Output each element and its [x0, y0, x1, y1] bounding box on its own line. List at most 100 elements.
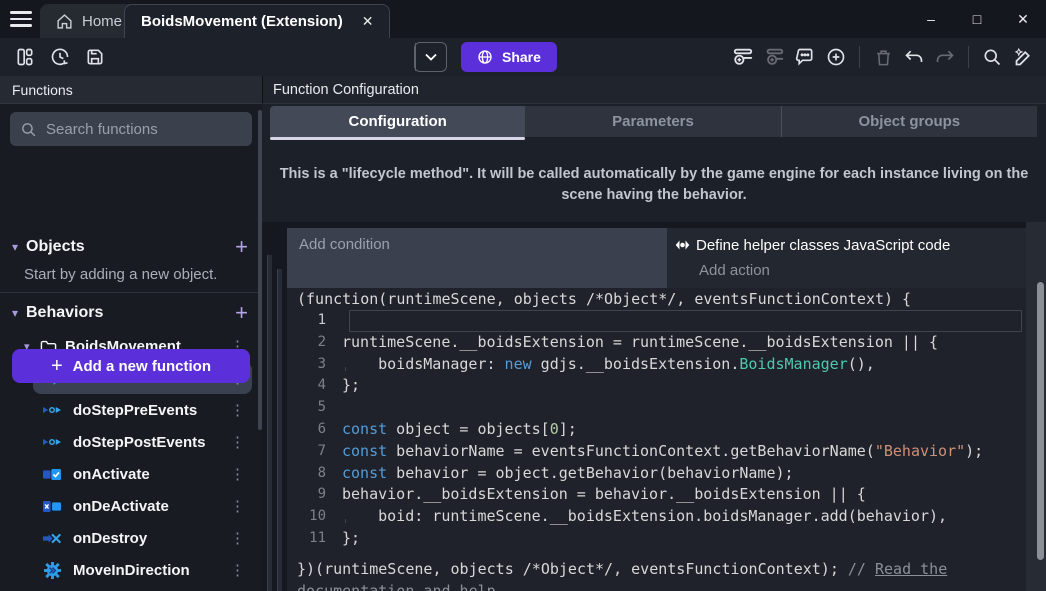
code-text: }; [342, 528, 1026, 550]
add-function-button[interactable]: + Add a new function [12, 349, 250, 383]
line-number: 8 [287, 463, 342, 485]
share-label: Share [502, 49, 541, 65]
code-text: boid: runtimeScene.__boidsExtension.boid… [342, 506, 1026, 528]
code-line[interactable]: 4}; [287, 375, 1026, 397]
line-number: 11 [287, 528, 342, 550]
preview-dropdown-icon[interactable] [416, 53, 446, 61]
code-line[interactable]: 9behavior.__boidsExtension = behavior.__… [287, 484, 1026, 506]
redo-icon[interactable] [932, 44, 958, 70]
line-number: 10 [287, 506, 342, 528]
kebab-menu-icon[interactable]: ⋮ [230, 497, 242, 515]
code-lines[interactable]: 12runtimeScene.__boidsExtension = runtim… [287, 310, 1026, 550]
function-list: onCreated⋮doStepPreEvents⋮doStepPostEven… [0, 362, 262, 591]
undo-icon[interactable] [901, 44, 927, 70]
tab-object-groups[interactable]: Object groups [782, 106, 1037, 137]
function-item-doStepPreEvents[interactable]: doStepPreEvents ⋮ [33, 394, 252, 426]
events-scrollbar-track[interactable] [1026, 222, 1046, 591]
code-text: boidsManager: new gdjs.__boidsExtension.… [342, 354, 1026, 376]
function-item-MoveInDirection[interactable]: MoveInDirection ⋮ [33, 554, 252, 586]
function-item-MoveToPosition[interactable]: MoveToPosition⋮ [33, 586, 252, 591]
code-line[interactable]: 7const behaviorName = eventsFunctionCont… [287, 441, 1026, 463]
js-event-title[interactable]: Define helper classes JavaScript code [675, 232, 1018, 258]
preview-button[interactable]: Preview [414, 42, 447, 72]
code-line[interactable]: 10boid: runtimeScene.__boidsExtension.bo… [287, 506, 1026, 528]
line-number: 9 [287, 484, 342, 506]
function-item-label: doStepPreEvents [73, 402, 197, 419]
code-text: }; [342, 375, 1026, 397]
code-line[interactable]: 8const behavior = object.getBehavior(beh… [287, 463, 1026, 485]
function-item-label: onDestroy [73, 530, 147, 547]
trash-icon[interactable] [870, 44, 896, 70]
line-number: 3 [287, 354, 342, 376]
add-behavior-button[interactable]: + [235, 303, 248, 323]
js-code-editor[interactable]: (function(runtimeScene, objects /*Object… [287, 288, 1026, 591]
function-item-label: onDeActivate [73, 498, 169, 515]
edit-theme-icon[interactable] [1010, 44, 1036, 70]
minimize-button[interactable]: – [908, 11, 954, 27]
add-subevent-icon[interactable] [761, 44, 787, 70]
title-bar: Home BoidsMovement (Extension) ✕ – □ ✕ [0, 0, 1046, 38]
add-condition-button[interactable]: Add condition [287, 228, 667, 288]
globe-icon [477, 49, 493, 65]
code-wrapper-footer: })(runtimeScene, objects /*Object*/, eve… [287, 558, 977, 591]
history-icon[interactable] [47, 44, 73, 70]
add-comment-icon[interactable] [792, 44, 818, 70]
js-code-event[interactable]: Add condition Define helper classes Java… [287, 228, 1026, 591]
project-manager-icon[interactable] [12, 44, 38, 70]
search-functions-input[interactable] [46, 121, 226, 138]
share-button[interactable]: Share [461, 42, 557, 72]
save-icon[interactable] [82, 44, 108, 70]
code-line[interactable]: 6const object = objects[0]; [287, 419, 1026, 441]
section-behaviors[interactable]: ▾ Behaviors + [0, 298, 262, 328]
function-item-onActivate[interactable]: onActivate⋮ [33, 458, 252, 490]
code-text [342, 397, 1026, 419]
tab-parameters[interactable]: Parameters [525, 106, 781, 137]
add-action-button[interactable]: Add action [675, 258, 1018, 282]
chevron-down-icon[interactable]: ▾ [12, 240, 26, 254]
toggle-off-icon [43, 497, 61, 515]
function-item-label: MoveInDirection [73, 562, 190, 579]
kebab-menu-icon[interactable]: ⋮ [230, 401, 242, 419]
close-window-button[interactable]: ✕ [1000, 11, 1046, 28]
function-item-doStepPostEvents[interactable]: doStepPostEvents⋮ [33, 426, 252, 458]
functions-panel-title: Functions [0, 76, 262, 104]
kebab-menu-icon[interactable]: ⋮ [230, 433, 242, 451]
close-tab-icon[interactable]: ✕ [362, 13, 374, 30]
js-code-event-icon [675, 239, 690, 251]
add-object-button[interactable]: + [235, 237, 248, 257]
code-text: const behaviorName = eventsFunctionConte… [342, 441, 1026, 463]
section-objects[interactable]: ▾ Objects + [0, 232, 262, 262]
code-wrapper-header: (function(runtimeScene, objects /*Object… [287, 288, 1026, 310]
main-menu-icon[interactable] [10, 11, 32, 27]
tab-home-label: Home [82, 13, 122, 30]
add-function-label: Add a new function [73, 358, 211, 375]
search-icon[interactable] [979, 44, 1005, 70]
line-number: 5 [287, 397, 342, 419]
config-tabs: Configuration Parameters Object groups [270, 106, 1037, 140]
line-number: 2 [287, 332, 342, 354]
add-event-icon[interactable] [730, 44, 756, 70]
chevron-down-icon[interactable]: ▾ [12, 306, 26, 320]
code-line[interactable]: 5 [287, 397, 1026, 419]
maximize-button[interactable]: □ [954, 11, 1000, 27]
event-action-column: Define helper classes JavaScript code Ad… [667, 228, 1026, 288]
code-line[interactable]: 11}; [287, 528, 1026, 550]
code-line[interactable]: 3boidsManager: new gdjs.__boidsExtension… [287, 354, 1026, 376]
tab-extension[interactable]: BoidsMovement (Extension) ✕ [124, 4, 390, 38]
behaviors-section-label: Behaviors [26, 304, 103, 322]
function-item-onDestroy[interactable]: onDestroy ⋮ [33, 522, 252, 554]
kebab-menu-icon[interactable]: ⋮ [230, 465, 242, 483]
events-scrollbar-thumb[interactable] [1037, 282, 1044, 560]
search-functions-box[interactable] [10, 112, 252, 146]
toolbar: Preview Share [0, 38, 1046, 76]
objects-empty-hint: Start by adding a new object. [24, 266, 217, 283]
add-other-event-icon[interactable] [823, 44, 849, 70]
code-line[interactable]: 1 [287, 310, 1026, 332]
tab-configuration[interactable]: Configuration [270, 106, 525, 137]
kebab-menu-icon[interactable]: ⋮ [230, 529, 242, 547]
function-item-onDeActivate[interactable]: onDeActivate ⋮ [33, 490, 252, 522]
plus-icon: + [51, 355, 63, 378]
code-line[interactable]: 2runtimeScene.__boidsExtension = runtime… [287, 332, 1026, 354]
steps-icon [43, 401, 61, 419]
kebab-menu-icon[interactable]: ⋮ [230, 561, 242, 579]
